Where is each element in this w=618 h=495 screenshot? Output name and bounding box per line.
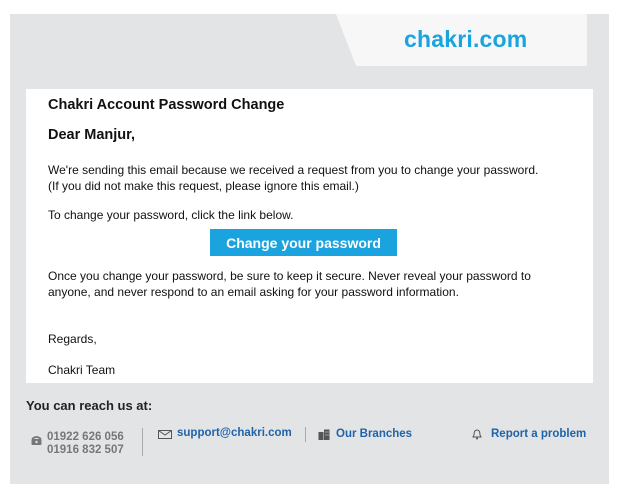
security-paragraph: Once you change your password, be sure t…	[48, 268, 578, 300]
branches-link[interactable]: Our Branches	[336, 428, 412, 440]
intro-line-1: We're sending this email because we rece…	[48, 163, 539, 177]
greeting: Dear Manjur,	[48, 127, 136, 143]
phone-number-2: 01916 832 507	[47, 444, 124, 456]
support-email-link[interactable]: support@chakri.com	[177, 427, 292, 439]
email-title: Chakri Account Password Change	[48, 97, 285, 113]
phone-number-1: 01922 626 056	[47, 431, 124, 443]
instruction-text: To change your password, click the link …	[48, 208, 294, 222]
divider	[142, 428, 143, 456]
brand-logo[interactable]: chakri.com	[404, 26, 544, 53]
intro-line-2: (If you did not make this request, pleas…	[48, 179, 359, 193]
bell-icon	[472, 429, 482, 440]
reach-us-label: You can reach us at:	[26, 398, 153, 413]
signature-text: Chakri Team	[48, 363, 116, 377]
intro-paragraph: We're sending this email because we rece…	[48, 162, 578, 194]
phone-icon	[31, 436, 42, 445]
mail-icon	[158, 430, 172, 439]
email-body-card: Chakri Account Password Change Dear Manj…	[26, 89, 593, 383]
phone-numbers: 01922 626 056 01916 832 507	[47, 431, 124, 457]
regards-text: Regards,	[48, 332, 97, 346]
report-problem-link[interactable]: Report a problem	[491, 428, 586, 440]
change-password-button[interactable]: Change your password	[210, 229, 397, 256]
security-line-2: anyone, and never respond to an email as…	[48, 285, 459, 299]
building-icon	[318, 429, 330, 440]
security-line-1: Once you change your password, be sure t…	[48, 269, 531, 283]
divider	[305, 427, 306, 442]
